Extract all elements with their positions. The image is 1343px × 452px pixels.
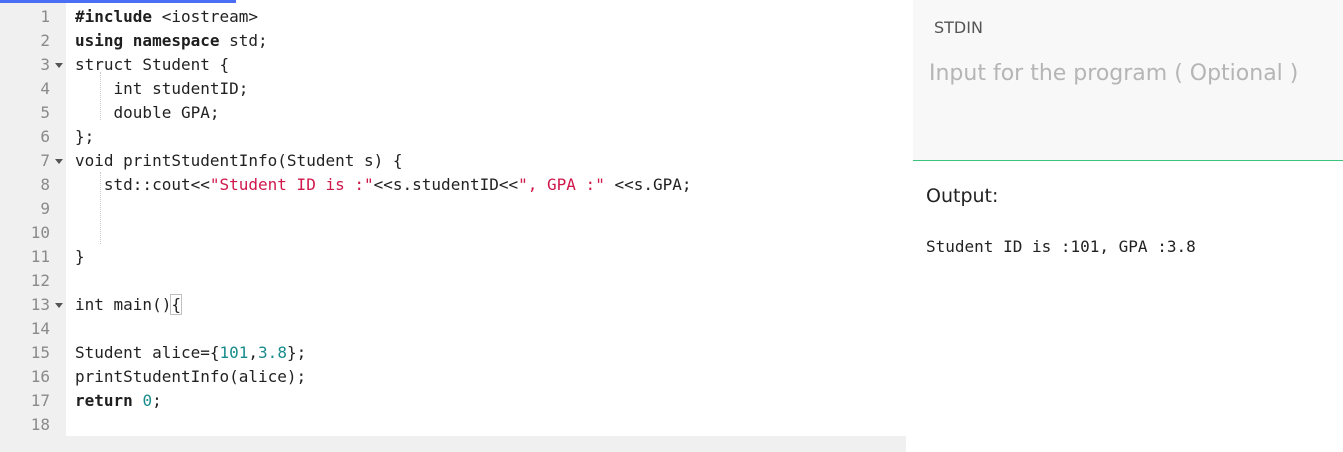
code-token: };: [286, 343, 307, 362]
code-token: using namespace: [75, 31, 220, 50]
line-number-text: 6: [40, 127, 50, 146]
line-number-text: 2: [40, 31, 50, 50]
code-token: printStudentInfo(alice);: [75, 367, 307, 386]
code-line[interactable]: #include <iostream>: [75, 5, 258, 29]
editor-bottom-edge: [0, 436, 906, 452]
code-token: #include: [75, 7, 153, 26]
line-number-text: 14: [30, 319, 50, 338]
line-number-text: 4: [40, 79, 50, 98]
line-number: 12: [0, 269, 66, 293]
line-number: 4: [0, 77, 66, 101]
code-token: return: [75, 391, 133, 410]
line-number: 8: [0, 173, 66, 197]
code-line[interactable]: using namespace std;: [75, 29, 268, 53]
code-line[interactable]: void printStudentInfo(Student s) {: [75, 149, 403, 173]
line-number: 18: [0, 413, 66, 437]
line-number-text: 15: [30, 343, 50, 362]
code-token: ", GPA :": [518, 175, 605, 194]
loading-progress-bar: [0, 0, 236, 3]
code-token: int studentID;: [75, 79, 249, 98]
code-token: 101: [219, 343, 249, 362]
output-text: Student ID is :101, GPA :3.8: [926, 237, 1196, 256]
code-token: int main(): [75, 295, 172, 314]
code-line[interactable]: int main(){: [75, 293, 182, 317]
code-token: }: [75, 247, 85, 266]
code-token: <<s.studentID<<: [373, 175, 519, 194]
code-token: double GPA;: [75, 103, 220, 122]
line-number: 3: [0, 53, 66, 77]
code-token: 0: [142, 391, 153, 410]
line-number-text: 16: [30, 367, 50, 386]
line-number: 10: [0, 221, 66, 245]
code-editor[interactable]: 12345678910111213141516171819 #include <…: [0, 0, 906, 452]
code-token: 3.8: [258, 343, 287, 362]
stdin-box: STDIN: [913, 0, 1343, 161]
fold-arrow-icon[interactable]: [55, 63, 63, 68]
line-number-text: 18: [30, 415, 50, 434]
code-token: std;: [219, 31, 268, 50]
line-number-text: 17: [30, 391, 50, 410]
line-number: 16: [0, 365, 66, 389]
code-line[interactable]: struct Student {: [75, 53, 229, 77]
indent-guide: [100, 172, 101, 244]
stdin-input[interactable]: [927, 52, 1331, 94]
fold-arrow-icon[interactable]: [55, 303, 63, 308]
line-number: 7: [0, 149, 66, 173]
code-token: void printStudentInfo(Student s) {: [75, 151, 403, 170]
code-token: ;: [152, 391, 162, 410]
line-number-text: 7: [40, 151, 50, 170]
line-number: 11: [0, 245, 66, 269]
line-number-text: 9: [40, 199, 50, 218]
line-number: 2: [0, 29, 66, 53]
line-number-text: 13: [30, 295, 50, 314]
line-number: 13: [0, 293, 66, 317]
line-number: 6: [0, 125, 66, 149]
code-line[interactable]: };: [75, 125, 94, 149]
code-token: "Student ID is :": [209, 175, 374, 194]
code-line[interactable]: double GPA;: [75, 101, 220, 125]
line-number-text: 5: [40, 103, 50, 122]
output-label: Output:: [926, 185, 999, 207]
stdin-label: STDIN: [934, 18, 983, 37]
code-line[interactable]: Student alice={101,3.8};: [75, 341, 306, 365]
code-token: ,: [248, 343, 259, 362]
line-number-text: 11: [30, 247, 50, 266]
code-line[interactable]: return 0;: [75, 389, 162, 413]
line-number-text: 12: [30, 271, 50, 290]
code-line[interactable]: int studentID;: [75, 77, 249, 101]
line-number: 5: [0, 101, 66, 125]
line-number: 14: [0, 317, 66, 341]
line-number: 9: [0, 197, 66, 221]
line-number: 1: [0, 5, 66, 29]
indent-guide: [100, 72, 101, 120]
code-token: std::cout<<: [75, 175, 210, 194]
code-token: {: [170, 294, 182, 315]
line-number-text: 8: [40, 175, 50, 194]
io-panel: STDIN Output: Student ID is :101, GPA :3…: [913, 0, 1343, 452]
line-number: 15: [0, 341, 66, 365]
code-token: struct Student {: [75, 55, 230, 74]
code-token: Student alice={: [75, 343, 220, 362]
code-token: <iostream>: [152, 7, 259, 26]
line-number-gutter: 12345678910111213141516171819: [0, 0, 66, 452]
fold-arrow-icon[interactable]: [55, 159, 63, 164]
code-line[interactable]: std::cout<<"Student ID is :"<<s.studentI…: [75, 173, 692, 197]
code-line[interactable]: printStudentInfo(alice);: [75, 365, 306, 389]
line-number: 17: [0, 389, 66, 413]
line-number-text: 3: [40, 55, 50, 74]
code-token: };: [75, 127, 95, 146]
code-token: <<s.GPA;: [604, 175, 692, 194]
line-number-text: 1: [40, 7, 50, 26]
code-line[interactable]: }: [75, 245, 85, 269]
line-number-text: 10: [30, 223, 50, 242]
